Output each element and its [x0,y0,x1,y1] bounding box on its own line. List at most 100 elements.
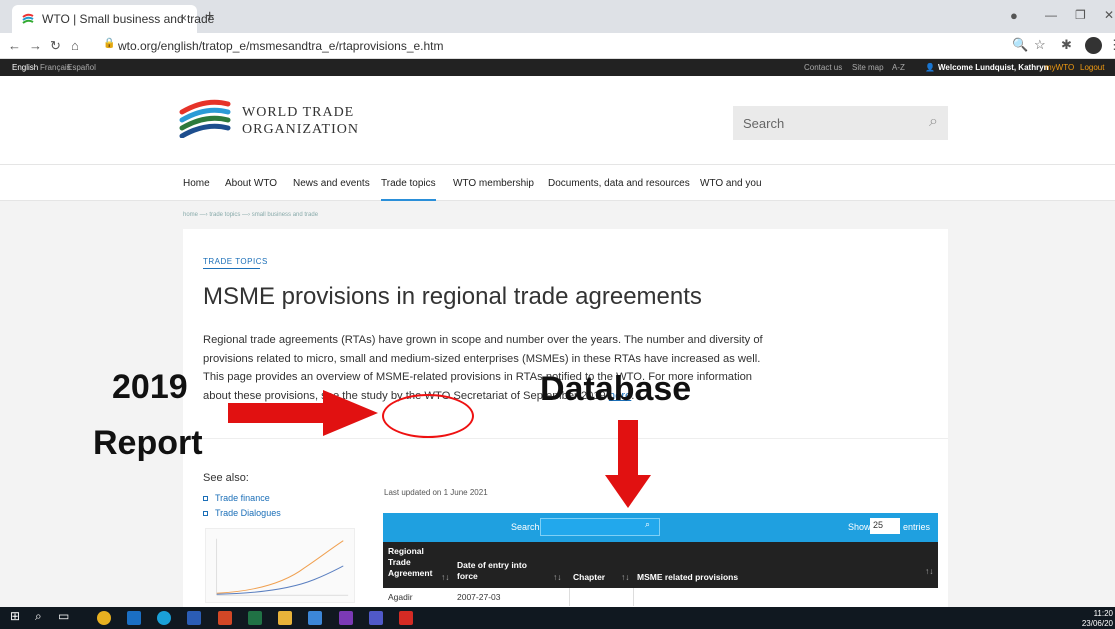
welcome-text[interactable]: Welcome Lundquist, Kathryn [938,63,1049,72]
app-icon[interactable] [308,611,322,625]
table-search-input[interactable] [540,518,660,536]
mywto-link[interactable]: myWTO [1045,63,1074,72]
sitemap-link[interactable]: Site map [852,63,884,72]
col-chapter[interactable]: Chapter [573,572,605,582]
windows-start-icon[interactable]: ⊞ [10,609,24,623]
search-placeholder: Search [743,116,785,131]
cell-divider [569,588,570,606]
outlook-icon[interactable] [127,611,141,625]
logo-text-line2[interactable]: ORGANIZATION [242,122,359,138]
acrobat-icon[interactable] [399,611,413,625]
nav-about-wto[interactable]: About WTO [225,178,277,189]
lock-icon[interactable]: 🔒 [103,38,115,49]
contact-link[interactable]: Contact us [804,63,842,72]
section-eyebrow[interactable]: TRADE TOPICS [203,257,268,266]
see-also-trade-finance[interactable]: Trade finance [203,493,270,503]
powerpoint-icon[interactable] [218,611,232,625]
table-toolbar: Search: ⌕ Show 25 entries [383,513,938,542]
lang-english[interactable]: English [12,63,38,72]
logo-text-line1[interactable]: WORLD TRADE [242,105,354,121]
home-icon[interactable]: ⌂ [71,38,79,53]
table-row[interactable]: Agadir 2007-27-03 [383,588,938,606]
wto-top-bar: English Français Español Contact us Site… [0,59,1115,76]
col-rta[interactable]: Regional Trade Agreement [388,546,440,579]
sort-icon[interactable]: ↑↓ [621,572,630,582]
wto-favicon-icon [22,13,34,24]
nav-trade-topics[interactable]: Trade topics [381,178,436,201]
back-icon[interactable]: ← [8,38,21,53]
sort-icon[interactable]: ↑↓ [925,566,934,576]
excel-icon[interactable] [248,611,262,625]
rta-growth-thumbnail[interactable] [205,528,355,603]
profile-icon[interactable]: ● [1010,8,1018,23]
bullet-icon [203,496,208,502]
see-also-label: Trade Dialogues [215,508,281,518]
table-search-label: Search: [511,522,543,532]
address-bar: ← → ↻ ⌂ 🔒 wto.org/english/tratop_e/msmes… [0,33,1115,59]
tab-title: WTO | Small business and trade [42,12,215,26]
col-msme[interactable]: MSME related provisions [637,572,738,582]
cell-divider [633,588,634,606]
sort-icon[interactable]: ↑↓ [553,572,562,582]
nav-wto-and-you[interactable]: WTO and you [700,178,762,189]
lang-espanol[interactable]: Español [67,63,96,72]
close-window-icon[interactable]: ✕ [1104,8,1114,22]
extensions-icon[interactable]: ✱ [1061,37,1072,53]
nav-wto-membership[interactable]: WTO membership [453,178,534,189]
minimize-icon[interactable]: — [1045,8,1057,22]
avatar[interactable] [1085,37,1102,54]
teams-icon[interactable] [369,611,383,625]
site-search-input[interactable]: Search ⌕ [733,106,948,140]
search-icon: ⌕ [645,519,651,529]
see-also-trade-dialogues[interactable]: Trade Dialogues [203,508,281,518]
forward-icon[interactable]: → [29,38,42,53]
tab-close-icon[interactable]: × [180,11,187,25]
restore-icon[interactable]: ❐ [1075,8,1086,22]
chrome-icon[interactable] [97,611,111,625]
here-link-highlight [382,394,474,438]
reload-icon[interactable]: ↻ [50,38,61,54]
see-also-heading: See also: [203,472,249,484]
menu-icon[interactable]: ⋮ [1108,37,1115,53]
entries-select[interactable]: 25 [870,518,900,534]
table-header: Regional Trade Agreement ↑↓ Date of entr… [383,542,938,588]
onenote-icon[interactable] [339,611,353,625]
last-updated: Last updated on 1 June 2021 [384,488,488,497]
annotation-2019: 2019 [112,368,188,406]
file-explorer-icon[interactable] [278,611,292,625]
nav-home[interactable]: Home [183,178,210,189]
taskbar-clock[interactable]: 11:20 23/06/20 [1082,609,1113,629]
clock-date: 23/06/20 [1081,619,1113,628]
nav-documents[interactable]: Documents, data and resources [548,178,690,189]
clock-time: 11:20 [1093,609,1113,618]
breadcrumb[interactable]: home —› trade topics —› small business a… [183,212,318,218]
col-date[interactable]: Date of entry into force [457,560,547,582]
annotation-database: Database [540,370,692,408]
annotation-report: Report [93,424,203,462]
zoom-icon[interactable]: 🔍 [1012,37,1028,53]
browser-tab[interactable]: WTO | Small business and trade × [12,5,214,33]
task-view-icon[interactable]: ▭ [58,609,72,623]
logout-link[interactable]: Logout [1080,63,1104,72]
new-tab-button[interactable]: + [205,8,214,26]
user-icon: 👤 [925,63,935,72]
database-arrow-icon [605,420,651,508]
url-field[interactable]: wto.org/english/tratop_e/msmesandtra_e/r… [118,39,444,53]
page-title: MSME provisions in regional trade agreem… [203,283,702,310]
word-icon[interactable] [187,611,201,625]
nav-news-events[interactable]: News and events [293,178,370,189]
wto-logo-icon[interactable] [178,98,233,138]
divider [183,438,948,439]
eyebrow-underline [203,268,260,269]
sort-icon[interactable]: ↑↓ [441,572,450,582]
cell-date: 2007-27-03 [457,592,501,602]
site-header: WORLD TRADE ORGANIZATION Search ⌕ [0,76,1115,164]
star-icon[interactable]: ☆ [1034,37,1046,53]
report-arrow-icon [228,390,378,436]
windows-taskbar: ⊞ ⌕ ▭ 11:20 23/06/20 [0,607,1115,629]
search-icon[interactable]: ⌕ [929,113,938,131]
search-icon[interactable]: ⌕ [35,609,49,623]
edge-icon[interactable] [157,611,171,625]
show-label: Show [848,522,871,532]
az-link[interactable]: A-Z [892,63,905,72]
